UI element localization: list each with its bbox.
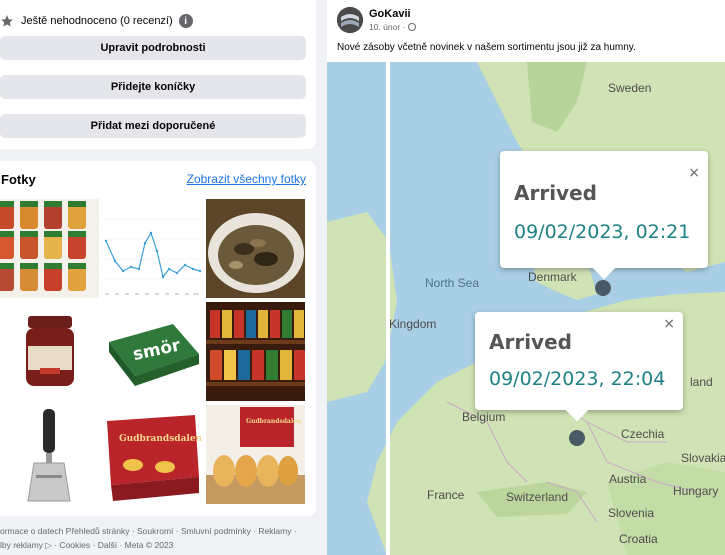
chart-tick: 60 bbox=[155, 292, 159, 296]
footer-line-2[interactable]: lby reklamy ▷ · Cookies · Další · Meta ©… bbox=[0, 538, 316, 552]
photo-line-chart[interactable]: 10 20 30 40 50 60 70 80 90 100 bbox=[103, 199, 202, 298]
cheese-brand-text: Gudbrandsdalen bbox=[119, 434, 202, 444]
photo-jam-jar[interactable] bbox=[0, 302, 99, 401]
post-card: GoKavii 10. únor · Nové zásoby včetně no… bbox=[327, 0, 725, 555]
add-hobbies-button[interactable]: Přidejte koníčky bbox=[0, 75, 306, 99]
rating-row: Ještě nehodnoceno (0 recenzí) i bbox=[0, 12, 193, 30]
map-label-hungary: Hungary bbox=[673, 484, 719, 498]
post-date[interactable]: 10. únor · bbox=[369, 22, 405, 32]
map-label-france: France bbox=[427, 488, 465, 502]
photo-gudbrandsdalen-cheese[interactable]: Gudbrandsdalen bbox=[103, 405, 202, 504]
map-label-denmark: Denmark bbox=[528, 270, 577, 284]
arrival-popup-1: Arrived 09/02/2023, 02:21 × bbox=[500, 151, 708, 280]
chart-tick: 30 bbox=[125, 292, 129, 296]
map-label-sweden: Sweden bbox=[608, 81, 652, 95]
post-map-image[interactable]: Sweden North Sea Denmark Kingdom Belgium… bbox=[327, 62, 725, 555]
star-icon bbox=[1, 15, 13, 27]
chart-tick: 50 bbox=[145, 292, 149, 296]
popup-2-title: Arrived bbox=[489, 330, 572, 354]
map-label-switzerland: Switzerland bbox=[506, 490, 569, 504]
chart-tick: 90 bbox=[185, 292, 189, 296]
rating-text: Ještě nehodnoceno (0 recenzí) bbox=[21, 15, 173, 27]
map-label-slovenia: Slovenia bbox=[608, 506, 655, 520]
page-info-card: Ještě nehodnoceno (0 recenzí) i Upravit … bbox=[0, 0, 316, 149]
photos-card: Fotky Zobrazit všechny fotky 10 20 30 40… bbox=[0, 161, 316, 516]
popup-2-close-icon[interactable]: × bbox=[663, 316, 675, 332]
map-label-belgium: Belgium bbox=[462, 410, 506, 424]
map-label-croatia: Croatia bbox=[619, 532, 658, 546]
photo-shop-shelf[interactable] bbox=[206, 302, 305, 401]
popup-1-time: 09/02/2023, 02:21 bbox=[514, 221, 691, 243]
map-label-austria: Austria bbox=[609, 472, 647, 486]
add-featured-button[interactable]: Přidat mezi doporučené bbox=[0, 114, 306, 138]
chart-tick: 70 bbox=[165, 292, 169, 296]
map-label-slovakia: Slovakia bbox=[681, 451, 725, 465]
post-text: Nové zásoby včetně novinek v našem sorti… bbox=[337, 42, 636, 53]
photo-mushroom-soup[interactable] bbox=[206, 199, 305, 298]
map-label-czechia: Czechia bbox=[621, 427, 665, 441]
footer-line-1[interactable]: ormace o datech Přehledů stránky · Soukr… bbox=[0, 524, 316, 538]
photo-cheese-slicer[interactable] bbox=[0, 405, 99, 504]
page-footer: ormace o datech Přehledů stránky · Soukr… bbox=[0, 524, 316, 552]
map-label-land: land bbox=[690, 375, 713, 389]
map-label-north-sea: North Sea bbox=[425, 276, 480, 290]
info-icon[interactable]: i bbox=[178, 14, 193, 28]
photo-smor-butter[interactable]: smör bbox=[103, 302, 202, 401]
see-all-photos-link[interactable]: Zobrazit všechny fotky bbox=[187, 172, 306, 186]
post-date-row: 10. únor · bbox=[369, 22, 417, 32]
post-author[interactable]: GoKavii bbox=[369, 8, 411, 20]
popup-1-title: Arrived bbox=[514, 181, 597, 205]
chart-tick: 10 bbox=[105, 292, 109, 296]
chart-tick: 80 bbox=[175, 292, 179, 296]
photo-baby-food-jars[interactable] bbox=[0, 199, 99, 298]
popup-2-time: 09/02/2023, 22:04 bbox=[489, 368, 666, 390]
popup-1-close-icon[interactable]: × bbox=[688, 165, 700, 181]
chart-tick: 100 bbox=[193, 292, 199, 296]
chart-tick: 40 bbox=[135, 292, 139, 296]
map-divider bbox=[386, 62, 390, 555]
arrival-popup-2: Arrived 09/02/2023, 22:04 × bbox=[475, 312, 683, 422]
edit-details-button[interactable]: Upravit podrobnosti bbox=[0, 36, 306, 60]
cheese-brand-text-2: Gudbrandsdalen bbox=[246, 418, 302, 425]
avatar[interactable] bbox=[337, 7, 363, 33]
globe-icon bbox=[408, 23, 417, 31]
chart-tick: 20 bbox=[115, 292, 119, 296]
map-label-kingdom: Kingdom bbox=[389, 317, 437, 331]
photos-title: Fotky bbox=[1, 172, 36, 187]
photo-cheese-rolls[interactable]: Gudbrandsdalen bbox=[206, 405, 305, 504]
